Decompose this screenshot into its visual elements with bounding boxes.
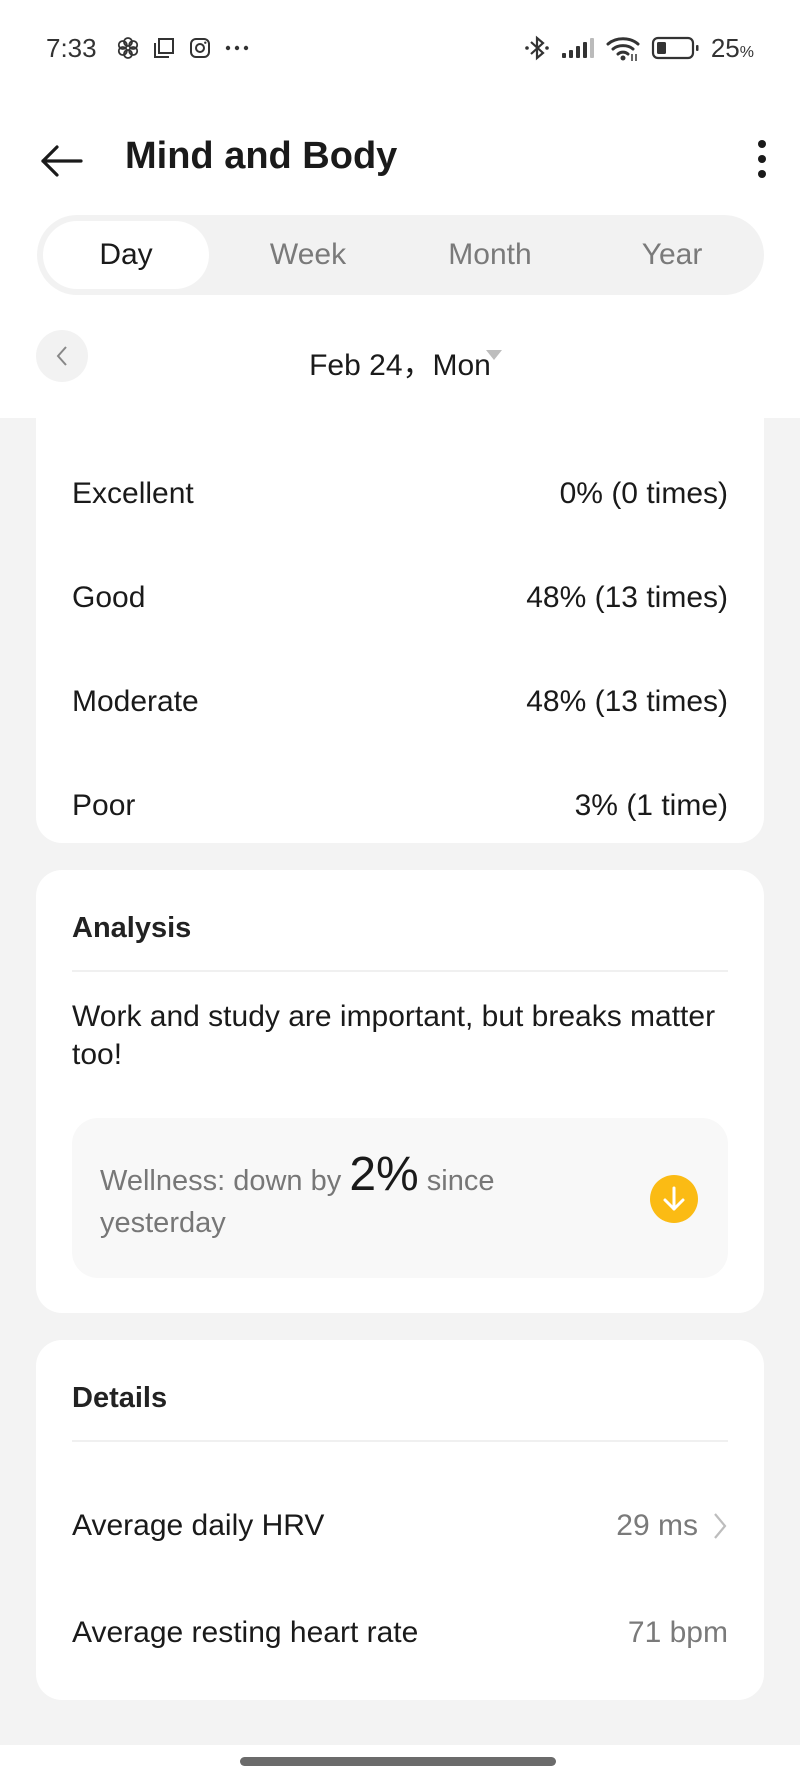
more-vertical-icon — [758, 140, 766, 178]
instagram-icon — [188, 36, 212, 60]
arrow-down-icon — [663, 1186, 685, 1211]
navigation-bar — [0, 1745, 800, 1778]
distribution-card: Excellent 0% (0 times) Good 48% (13 time… — [36, 418, 764, 843]
status-time: 7:33 — [46, 32, 97, 63]
details-card: Details Average daily HRV 29 ms Average … — [36, 1340, 764, 1700]
period-tabs: Day Week Month Year — [37, 215, 764, 295]
distribution-row-poor: Poor 3% (1 time) — [72, 786, 728, 826]
wellness-trend-text: Wellness: down by 2% since yesterday — [100, 1148, 495, 1240]
page-title: Mind and Body — [125, 135, 398, 177]
distribution-row-good: Good 48% (13 times) — [72, 578, 728, 618]
top-panel: 7:33 25% Mind and Body Day Week Month Ye… — [0, 0, 800, 418]
home-indicator[interactable] — [240, 1757, 556, 1766]
analysis-message: Work and study are important, but breaks… — [72, 1000, 716, 1071]
detail-value: 29 ms — [616, 1509, 698, 1542]
detail-row-hrv[interactable]: Average daily HRV 29 ms — [72, 1504, 728, 1548]
more-notifications-icon — [224, 36, 250, 60]
wifi-icon — [605, 34, 641, 62]
bluetooth-icon — [523, 34, 551, 62]
battery-icon — [651, 35, 701, 61]
distribution-value: 0% (0 times) — [559, 477, 728, 510]
distribution-label: Good — [72, 581, 146, 614]
analysis-card: Analysis Work and study are important, b… — [36, 870, 764, 1313]
battery-percent: 25% — [710, 32, 754, 63]
distribution-value: 48% (13 times) — [526, 581, 728, 614]
distribution-row-moderate: Moderate 48% (13 times) — [72, 682, 728, 722]
detail-value: 71 bpm — [627, 1616, 728, 1649]
analysis-title: Analysis — [72, 912, 192, 944]
arrow-left-icon — [41, 145, 83, 177]
detail-row-resting-heart-rate: Average resting heart rate 71 bpm — [72, 1611, 728, 1655]
distribution-row-excellent: Excellent 0% (0 times) — [72, 474, 728, 514]
distribution-label: Poor — [72, 789, 136, 822]
signal-icon — [561, 36, 595, 60]
gallery-icon — [152, 36, 176, 60]
divider — [72, 1440, 728, 1442]
tab-year[interactable]: Year — [589, 221, 755, 289]
chevron-right-icon — [714, 1513, 727, 1539]
distribution-value: 48% (13 times) — [526, 685, 728, 718]
more-options-button[interactable] — [750, 137, 774, 181]
details-title: Details — [72, 1382, 168, 1414]
distribution-label: Excellent — [72, 477, 194, 510]
detail-label: Average resting heart rate — [72, 1616, 419, 1649]
divider — [72, 970, 728, 972]
flower-app-icon — [116, 36, 140, 60]
caret-down-icon[interactable] — [486, 350, 502, 360]
distribution-value: 3% (1 time) — [574, 789, 728, 822]
distribution-label: Moderate — [72, 685, 199, 718]
date-label[interactable]: Feb 24，Mon — [0, 340, 800, 384]
date-selector: Feb 24，Mon — [0, 330, 800, 386]
tab-week[interactable]: Week — [225, 221, 391, 289]
status-bar: 7:33 25% — [0, 28, 800, 68]
trend-down-badge — [650, 1175, 698, 1223]
back-button[interactable] — [38, 141, 86, 181]
tab-month[interactable]: Month — [407, 221, 573, 289]
detail-label: Average daily HRV — [72, 1509, 325, 1542]
wellness-trend-box: Wellness: down by 2% since yesterday — [72, 1118, 728, 1278]
tab-day[interactable]: Day — [43, 221, 209, 289]
app-header: Mind and Body — [0, 125, 800, 195]
wellness-change-value: 2% — [349, 1148, 419, 1201]
